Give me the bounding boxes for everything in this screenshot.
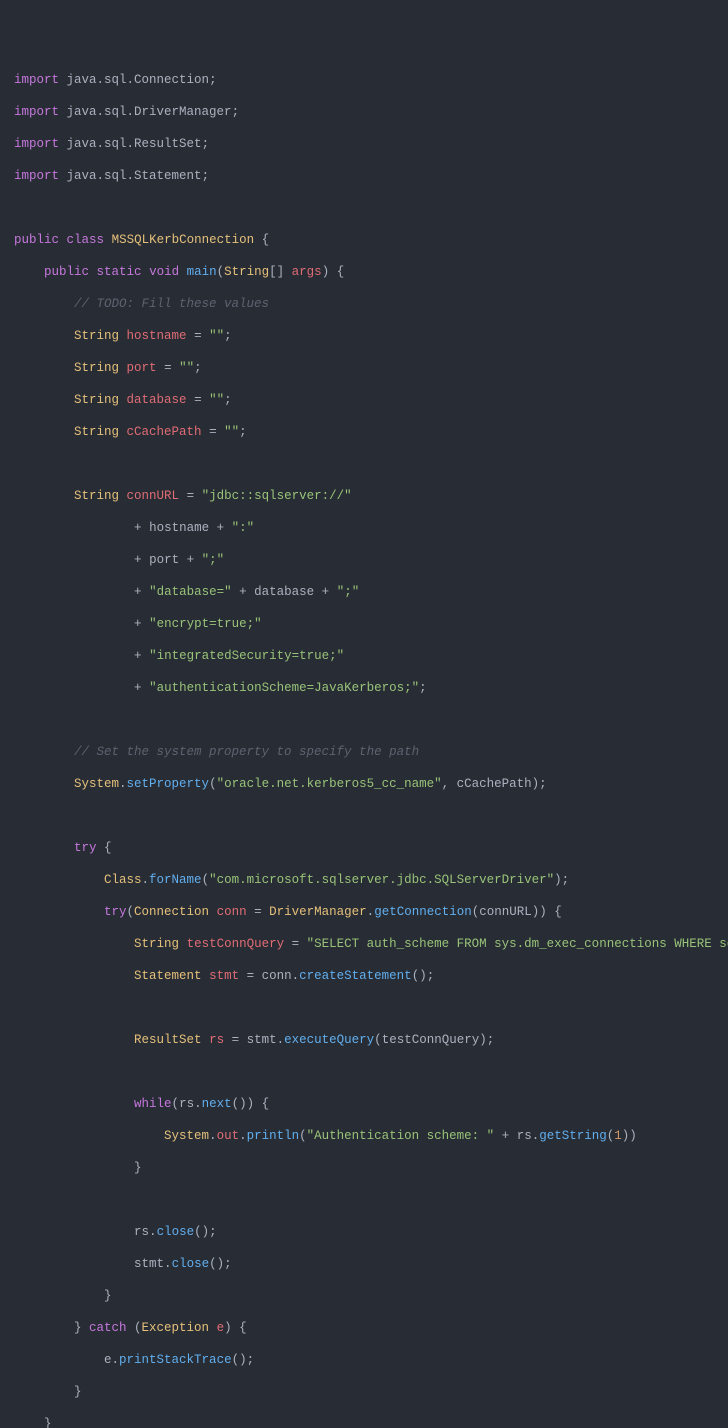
- class-decl: public class MSSQLKerbConnection {: [14, 232, 714, 248]
- import-line: import java.sql.DriverManager;: [14, 104, 714, 120]
- catch-block: } catch (Exception e) {: [14, 1320, 714, 1336]
- stmt-decl: Statement stmt = conn.createStatement();: [14, 968, 714, 984]
- close-brace: }: [14, 1416, 714, 1428]
- var-decl: String port = "";: [14, 360, 714, 376]
- main-decl: public static void main(String[] args) {: [14, 264, 714, 280]
- println-call: System.out.println("Authentication schem…: [14, 1128, 714, 1144]
- test-query-decl: String testConnQuery = "SELECT auth_sche…: [14, 936, 714, 952]
- print-stack: e.printStackTrace();: [14, 1352, 714, 1368]
- rs-decl: ResultSet rs = stmt.executeQuery(testCon…: [14, 1032, 714, 1048]
- rs-close: rs.close();: [14, 1224, 714, 1240]
- close-brace: }: [14, 1288, 714, 1304]
- var-decl: String cCachePath = "";: [14, 424, 714, 440]
- conn-url-part: + "database=" + database + ";": [14, 584, 714, 600]
- import-line: import java.sql.Statement;: [14, 168, 714, 184]
- todo-comment: // TODO: Fill these values: [14, 296, 714, 312]
- var-decl: String database = "";: [14, 392, 714, 408]
- try-resource: try(Connection conn = DriverManager.getC…: [14, 904, 714, 920]
- conn-url-part: + "authenticationScheme=JavaKerberos;";: [14, 680, 714, 696]
- conn-url-decl: String connURL = "jdbc::sqlserver://": [14, 488, 714, 504]
- forname-call: Class.forName("com.microsoft.sqlserver.j…: [14, 872, 714, 888]
- sys-prop-call: System.setProperty("oracle.net.kerberos5…: [14, 776, 714, 792]
- stmt-close: stmt.close();: [14, 1256, 714, 1272]
- import-line: import java.sql.Connection;: [14, 72, 714, 88]
- conn-url-part: + "integratedSecurity=true;": [14, 648, 714, 664]
- try-block: try {: [14, 840, 714, 856]
- import-line: import java.sql.ResultSet;: [14, 136, 714, 152]
- var-decl: String hostname = "";: [14, 328, 714, 344]
- sys-prop-comment: // Set the system property to specify th…: [14, 744, 714, 760]
- conn-url-part: + port + ";": [14, 552, 714, 568]
- code-block: import java.sql.Connection; import java.…: [14, 72, 714, 1428]
- while-loop: while(rs.next()) {: [14, 1096, 714, 1112]
- close-brace: }: [14, 1384, 714, 1400]
- conn-url-part: + hostname + ":": [14, 520, 714, 536]
- close-brace: }: [14, 1160, 714, 1176]
- conn-url-part: + "encrypt=true;": [14, 616, 714, 632]
